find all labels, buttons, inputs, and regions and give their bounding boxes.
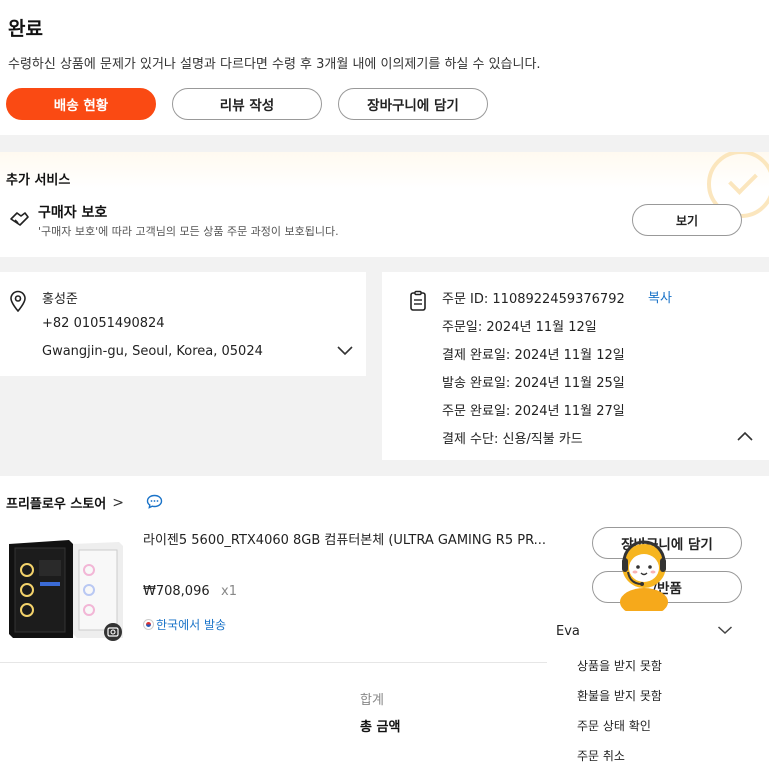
chevron-up-icon[interactable] [736,430,754,442]
store-chevron: > [112,494,124,511]
store-name-link[interactable]: 프리플로우 스토어 > [6,493,124,513]
recipient-phone: +82 01051490824 [42,316,165,331]
order-info-card: 주문 ID: 1108922459376792 복사 주문일: 2024년 11… [382,272,769,460]
status-title: 완료 [8,18,43,40]
recipient-address: Gwangjin-gu, Seoul, Korea, 05024 [42,344,263,359]
view-protection-button[interactable]: 보기 [632,204,742,236]
delivery-status-button[interactable]: 배송 현황 [6,88,156,120]
document-icon [410,290,426,311]
write-review-button[interactable]: 리뷰 작성 [172,88,322,120]
services-header: 추가 서비스 [6,173,71,188]
total-label: 합계 [360,693,384,708]
total-amount-label: 총 금액 [360,720,401,735]
chevron-down-icon[interactable] [717,625,733,635]
assistant-avatar[interactable] [612,540,676,612]
menu-item-no-refund[interactable]: 환불을 받지 못함 [577,687,662,704]
assistant-name: Eva [556,624,580,639]
status-description: 수령하신 상품에 문제가 있거나 설명과 다르다면 수령 후 3개월 내에 이의… [8,57,541,72]
menu-item-not-received[interactable]: 상품을 받지 못함 [577,657,662,674]
menu-item-cancel-order[interactable]: 주문 취소 [577,747,625,764]
product-quantity: x1 [221,584,237,599]
chat-bubble-icon[interactable] [146,494,163,509]
buyer-protection-description: '구매자 보호'에 따라 고객님의 모든 상품 주문 과정이 보호됩니다. [38,225,339,238]
ship-from-text: 한국에서 발송 [156,618,227,632]
shipping-address-card[interactable]: 홍성준 +82 01051490824 Gwangjin-gu, Seoul, … [0,272,366,376]
ship-from-label: 한국에서 발송 [143,616,226,633]
order-date: 주문일: 2024년 11월 12일 [442,320,597,335]
product-title[interactable]: 라이젠5 5600_RTX4060 8GB 컴퓨터본체 (ULTRA GAMIN… [143,529,563,548]
korea-flag-icon [143,619,154,630]
order-id: 주문 ID: 1108922459376792 [442,292,625,307]
divider [0,662,550,663]
recipient-name: 홍성준 [42,292,78,307]
shipped-date: 발송 완료일: 2024년 11월 25일 [442,376,625,391]
copy-order-id-link[interactable]: 복사 [648,287,672,306]
buyer-protection-title: 구매자 보호 [38,205,108,221]
location-pin-icon [10,290,26,312]
chevron-down-icon[interactable] [336,344,354,356]
completed-date: 주문 완료일: 2024년 11월 27일 [442,404,625,419]
payment-method: 결제 수단: 신용/직불 카드 [442,432,583,447]
product-image[interactable] [7,538,125,641]
store-name: 프리플로우 스토어 [6,497,107,512]
additional-services-card: 추가 서비스 구매자 보호 '구매자 보호'에 따라 고객님의 모든 상품 주문… [0,152,769,257]
order-status-card: 완료 수령하신 상품에 문제가 있거나 설명과 다르다면 수령 후 3개월 내에… [0,0,769,135]
shield-check-icon [10,212,29,226]
assistant-menu: Eva 상품을 받지 못함 환불을 받지 못함 주문 상태 확인 주문 취소 [547,611,769,765]
add-to-cart-button[interactable]: 장바구니에 담기 [338,88,488,120]
menu-item-order-status[interactable]: 주문 상태 확인 [577,717,651,734]
payment-date: 결제 완료일: 2024년 11월 12일 [442,348,625,363]
product-price: ₩708,096 [143,584,210,599]
